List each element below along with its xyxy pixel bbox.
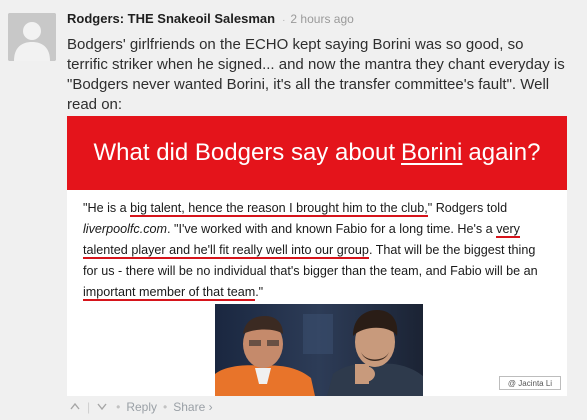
attached-image[interactable]: What did Bodgers say about Borini again?… [67, 116, 567, 396]
reply-button[interactable]: Reply [126, 400, 157, 414]
avatar[interactable] [8, 13, 56, 61]
image-watermark: @ Jacinta Li [499, 376, 561, 390]
comment-actions: | • Reply • Share › [67, 400, 213, 414]
comment-text: Bodgers' girlfriends on the ECHO kept sa… [67, 36, 565, 113]
press-photo [215, 304, 423, 396]
quote-part-9: ." [255, 285, 264, 299]
banner-text-end: again? [468, 139, 541, 166]
quote-part-5: . "I've worked with and known Fabio for … [167, 222, 497, 236]
bullet-separator: • [163, 400, 168, 414]
vote-divider: | [87, 400, 91, 414]
share-button[interactable]: Share › [173, 400, 212, 414]
quote-highlight-1: big talent, hence the reason I brought h… [130, 201, 428, 217]
banner-text-underlined: Borini [401, 139, 463, 166]
upvote-icon[interactable] [67, 401, 83, 413]
press-photo-illustration [215, 304, 423, 396]
comment-meta: Rodgers: THE Snakeoil Salesman · 2 hours… [67, 11, 579, 29]
downvote-icon[interactable] [94, 401, 110, 413]
bullet-separator: • [116, 400, 121, 414]
quote-highlight-3: important member of that team [83, 285, 256, 301]
image-banner: What did Bodgers say about Borini again? [67, 116, 567, 190]
user-silhouette-icon [8, 13, 56, 61]
quote-part-3: " Rodgers told [427, 201, 508, 215]
banner-text-start: What did Bodgers say about [93, 139, 396, 166]
comment-timestamp[interactable]: 2 hours ago [290, 12, 353, 26]
quote-part-1: "He is a [83, 201, 131, 215]
image-quote: "He is a big talent, hence the reason I … [67, 190, 567, 303]
meta-separator: · [282, 15, 286, 26]
comment-author[interactable]: Rodgers: THE Snakeoil Salesman [67, 11, 275, 26]
comment: Rodgers: THE Snakeoil Salesman · 2 hours… [67, 11, 579, 115]
quote-source: liverpoolfc.com [83, 222, 167, 236]
